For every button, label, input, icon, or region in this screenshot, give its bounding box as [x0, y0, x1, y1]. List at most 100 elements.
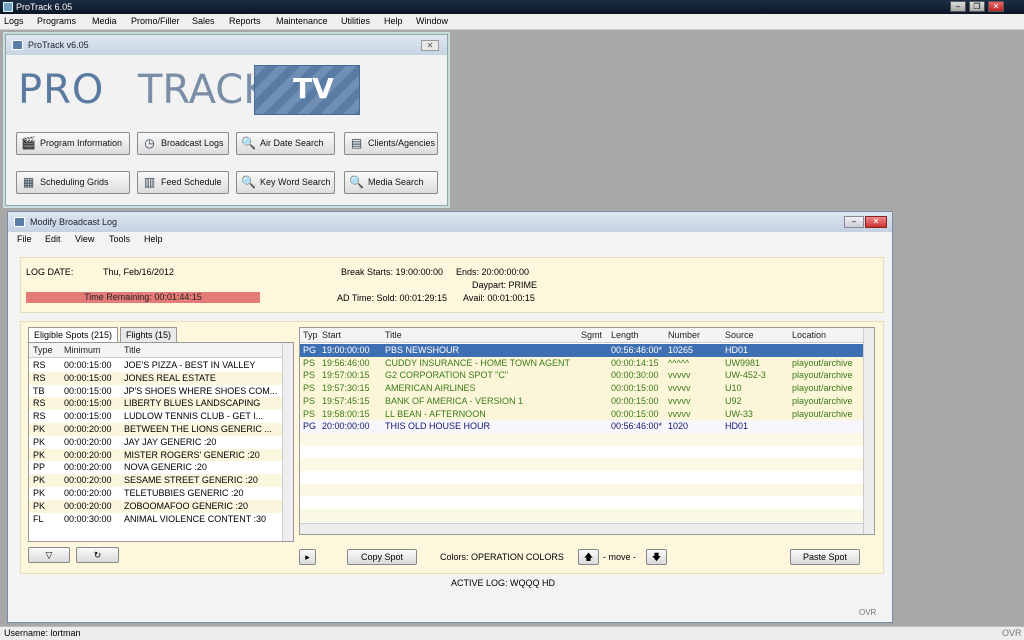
table-row[interactable]: RS 00:00:15:00 JOE'S PIZZA - BEST IN VALLE… — [29, 359, 284, 372]
menu-help[interactable]: Help — [384, 16, 403, 26]
cell-start: 20:00:00:00 — [322, 421, 370, 432]
cell-title: JOE'S PIZZA - BEST IN VALLEY — [124, 360, 256, 370]
cell-type: PK — [33, 500, 46, 511]
horizontal-scrollbar[interactable] — [300, 523, 863, 534]
paste-spot-button[interactable]: Paste Spot — [790, 549, 860, 565]
cell-source: U92 — [725, 395, 742, 406]
program-information-button[interactable]: 🎬 Program Information — [16, 132, 130, 155]
table-row[interactable]: RS 00:00:15:00 LIBERTY BLUES LANDSCAPING — [29, 397, 284, 411]
col-number[interactable]: Number — [668, 330, 700, 340]
filter-icon: ▽ — [45, 550, 53, 560]
clients-icon: ▤ — [350, 136, 363, 150]
table-row[interactable]: PK 00:00:20:00 SESAME STREET GENERIC :20 — [29, 474, 284, 488]
tab-eligible-spots[interactable]: Eligible Spots (215) — [28, 327, 119, 343]
cell-source: U10 — [725, 383, 742, 394]
clients-agencies-button[interactable]: ▤ Clients/Agencies — [344, 132, 438, 155]
cell-location: playout/archive — [792, 408, 853, 419]
menu-view[interactable]: View — [75, 234, 94, 244]
table-row[interactable]: PP 00:00:20:00 NOVA GENERIC :20 — [29, 461, 284, 475]
cell-source: UW-33 — [725, 408, 753, 419]
col-sgmt[interactable]: Sgmt — [581, 330, 602, 340]
menu-programs[interactable]: Programs — [37, 16, 76, 26]
table-row[interactable]: PS 19:58:00:15 LL BEAN - AFTERNOON 00:00:15… — [300, 407, 863, 421]
table-row[interactable]: PK 00:00:20:00 MISTER ROGERS' GENERIC :20 — [29, 448, 284, 462]
col-title[interactable]: Title — [385, 330, 402, 340]
table-row[interactable]: PG 19:00:00:00 PBS NEWSHOUR 00:56:46:00* 102… — [300, 344, 863, 357]
table-row[interactable]: PS 19:57:45:15 BANK OF AMERICA - VERSION 1… — [300, 394, 863, 408]
menu-file[interactable]: File — [17, 234, 32, 244]
close-icon[interactable]: ✕ — [865, 216, 887, 228]
logo-track: TRACK — [138, 67, 270, 113]
col-type[interactable]: Type — [33, 345, 53, 355]
menu-window[interactable]: Window — [416, 16, 448, 26]
cell-start: 19:57:45:15 — [322, 395, 370, 406]
media-search-button[interactable]: 🔍 Media Search — [344, 171, 438, 194]
menu-help[interactable]: Help — [144, 234, 163, 244]
eligible-spots-table: Type Minimum Title RS 00:00:15:00 JOE'S PI… — [28, 342, 294, 542]
launcher-title-bar: ProTrack v6.05 ✕ — [6, 35, 447, 55]
table-row[interactable]: PK 00:00:20:00 JAY JAY GENERIC :20 — [29, 435, 284, 449]
menu-promo-filler[interactable]: Promo/Filler — [131, 16, 180, 26]
restore-icon[interactable]: ❐ — [969, 1, 985, 12]
col-source[interactable]: Source — [725, 330, 754, 340]
vertical-scrollbar[interactable] — [863, 328, 874, 534]
col-typ[interactable]: Typ — [303, 330, 318, 340]
menu-maintenance[interactable]: Maintenance — [276, 16, 328, 26]
table-row[interactable]: PK 00:00:20:00 ZOBOOMAFOO GENERIC :20 — [29, 499, 284, 513]
table-row[interactable]: PK 00:00:20:00 TELETUBBIES GENERIC :20 — [29, 487, 284, 500]
col-title[interactable]: Title — [124, 345, 141, 355]
table-row[interactable]: RS 00:00:15:00 LUDLOW TENNIS CLUB - GET I.… — [29, 410, 284, 424]
move-up-button[interactable]: 🡅 — [578, 549, 599, 565]
table-row[interactable]: PS 19:57:00:15 G2 CORPORATION SPOT "C" 00:0… — [300, 369, 863, 383]
button-label: Scheduling Grids — [40, 177, 109, 187]
filter-button[interactable]: ▽ — [28, 547, 70, 563]
magnifier-icon: 🔍 — [241, 136, 256, 150]
close-icon[interactable]: ✕ — [988, 1, 1004, 12]
magnifier-icon: 🔍 — [349, 175, 364, 189]
move-down-button[interactable]: 🡇 — [646, 549, 667, 565]
cell-type: PK — [33, 488, 46, 498]
magnifier-icon: 🔍 — [241, 175, 256, 189]
cell-type: PP — [33, 462, 46, 473]
cell-title: AMERICAN AIRLINES — [385, 383, 476, 394]
table-row[interactable]: RS 00:00:15:00 JONES REAL ESTATE — [29, 371, 284, 385]
cell-type: FL — [33, 513, 44, 524]
col-minimum[interactable]: Minimum — [64, 345, 101, 355]
menu-media[interactable]: Media — [92, 16, 117, 26]
refresh-button[interactable]: ↻ — [76, 547, 119, 563]
menu-tools[interactable]: Tools — [109, 234, 130, 244]
copy-spot-button[interactable]: Copy Spot — [347, 549, 417, 565]
col-location[interactable]: Location — [792, 330, 826, 340]
play-button[interactable]: ▸ — [299, 549, 316, 565]
close-icon[interactable]: ✕ — [421, 40, 439, 51]
window-icon — [14, 217, 25, 227]
air-date-search-button[interactable]: 🔍 Air Date Search — [236, 132, 335, 155]
tab-flights[interactable]: Flights (15) — [120, 327, 178, 342]
cell-length: 00:00:15:00 — [611, 383, 659, 394]
menu-logs[interactable]: Logs — [4, 16, 24, 26]
scheduling-grids-button[interactable]: ▦ Scheduling Grids — [16, 171, 130, 194]
button-label: Program Information — [40, 138, 123, 148]
table-row[interactable]: FL 00:00:30:00 ANIMAL VIOLENCE CONTENT :30 — [29, 512, 284, 526]
table-row[interactable]: PK 00:00:20:00 BETWEEN THE LIONS GENERIC .… — [29, 423, 284, 436]
key-word-search-button[interactable]: 🔍 Key Word Search — [236, 171, 335, 194]
broadcast-logs-button[interactable]: ◷ Broadcast Logs — [137, 132, 229, 155]
table-row[interactable]: PS 19:57:30:15 AMERICAN AIRLINES 00:00:15:0… — [300, 382, 863, 396]
cell-source: HD01 — [725, 345, 749, 355]
minimize-icon[interactable]: – — [950, 1, 966, 12]
menu-sales[interactable]: Sales — [192, 16, 215, 26]
table-row[interactable]: PG 20:00:00:00 THIS OLD HOUSE HOUR 00:56:46… — [300, 420, 863, 434]
table-row[interactable]: PS 19:56:46:00 CUDDY INSURANCE - HOME TOWN… — [300, 356, 863, 370]
log-date: Thu, Feb/16/2012 — [103, 267, 175, 277]
menu-reports[interactable]: Reports — [229, 16, 261, 26]
table-row[interactable]: TB 00:00:15:00 JP'S SHOES WHERE SHOES COM.… — [29, 384, 284, 398]
vertical-scrollbar[interactable] — [282, 343, 293, 541]
cell-length: 00:00:15:00 — [611, 408, 659, 419]
minimize-icon[interactable]: – — [844, 216, 864, 228]
col-start[interactable]: Start — [322, 330, 341, 340]
col-length[interactable]: Length — [611, 330, 639, 340]
feed-schedule-button[interactable]: ▥ Feed Schedule — [137, 171, 229, 194]
menu-utilities[interactable]: Utilities — [341, 16, 370, 26]
break-starts: Break Starts: 19:00:00:00 — [341, 267, 444, 277]
menu-edit[interactable]: Edit — [45, 234, 61, 244]
